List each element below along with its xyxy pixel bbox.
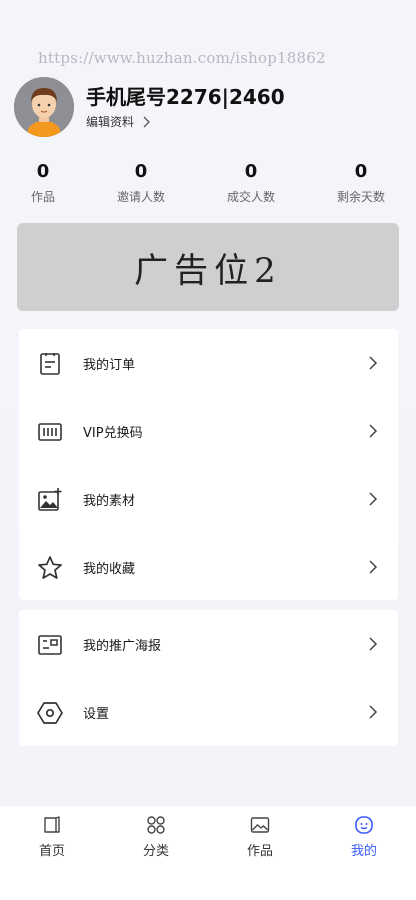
- stat-value: 0: [244, 161, 258, 182]
- settings-icon: [37, 702, 63, 724]
- menu-label: 我的推广海报: [83, 638, 162, 654]
- order-icon: [40, 353, 60, 375]
- menu-label: VIP兑换码: [83, 425, 143, 441]
- menu-item-orders[interactable]: 我的订单: [19, 329, 398, 397]
- chevron-right-icon: [369, 705, 378, 719]
- profile-page: https://www.huzhan.com/ishop18862 手机尾号22…: [0, 0, 416, 806]
- stat-value: 0: [134, 161, 148, 182]
- menu-item-settings[interactable]: 设置: [19, 678, 398, 746]
- avatar[interactable]: [14, 77, 74, 137]
- tab-label: 作品: [246, 844, 273, 859]
- chevron-right-icon: [369, 356, 378, 370]
- tab-mine[interactable]: 我的: [312, 806, 416, 866]
- menu-item-materials[interactable]: 我的素材: [19, 465, 398, 533]
- menu-item-promo-poster[interactable]: 我的推广海报: [19, 610, 398, 678]
- bottom-tab-bar: 首页 分类 作品 我的: [0, 806, 416, 900]
- menu-item-vip-code[interactable]: VIP兑换码: [19, 397, 398, 465]
- barcode-icon: [38, 423, 62, 441]
- menu-label: 我的订单: [83, 357, 136, 373]
- stat-label: 剩余天数: [336, 190, 385, 204]
- stat-days-left[interactable]: 0 剩余天数: [311, 160, 411, 205]
- tab-works[interactable]: 作品: [208, 806, 312, 866]
- tab-label: 分类: [142, 844, 169, 859]
- chevron-right-icon: [143, 116, 150, 127]
- poster-icon: [38, 635, 62, 655]
- stat-label: 作品: [30, 190, 55, 204]
- stat-label: 邀请人数: [116, 190, 165, 204]
- menu-label: 设置: [83, 706, 110, 722]
- tab-label: 我的: [350, 844, 377, 859]
- chevron-right-icon: [369, 492, 378, 506]
- stat-deals[interactable]: 0 成交人数: [201, 160, 301, 205]
- picture-icon: [250, 817, 270, 833]
- edit-profile-link[interactable]: 编辑资料: [86, 113, 150, 130]
- chevron-right-icon: [369, 560, 378, 574]
- tab-category[interactable]: 分类: [104, 806, 208, 866]
- chevron-right-icon: [369, 424, 378, 438]
- menu-label: 我的素材: [83, 493, 136, 509]
- star-icon: [38, 556, 62, 579]
- stat-label: 成交人数: [226, 190, 275, 204]
- chevron-right-icon: [369, 637, 378, 651]
- grid-icon: [147, 816, 165, 834]
- menu-card-primary: 我的订单 VIP兑换码 我的素材 我的收藏: [19, 329, 398, 600]
- menu-item-favorites[interactable]: 我的收藏: [19, 533, 398, 601]
- tab-home[interactable]: 首页: [0, 806, 104, 866]
- tab-label: 首页: [38, 844, 65, 859]
- profile-icon: [355, 816, 373, 834]
- watermark-text: https://www.huzhan.com/ishop18862: [38, 49, 326, 67]
- edit-profile-label: 编辑资料: [86, 115, 135, 129]
- stat-value: 0: [354, 161, 368, 182]
- stat-works[interactable]: 0 作品: [0, 160, 93, 205]
- home-icon: [44, 816, 60, 833]
- stat-value: 0: [36, 161, 50, 182]
- ad-banner[interactable]: 广告位2: [17, 223, 399, 311]
- menu-label: 我的收藏: [83, 561, 136, 577]
- image-add-icon: [38, 488, 62, 511]
- avatar-image: [14, 77, 74, 137]
- username: 手机尾号2276|2460: [86, 85, 285, 109]
- stats-bar: 0 作品 0 邀请人数 0 成交人数 0 剩余天数: [0, 160, 416, 210]
- stat-invites[interactable]: 0 邀请人数: [91, 160, 191, 205]
- menu-card-secondary: 我的推广海报 设置: [19, 610, 398, 746]
